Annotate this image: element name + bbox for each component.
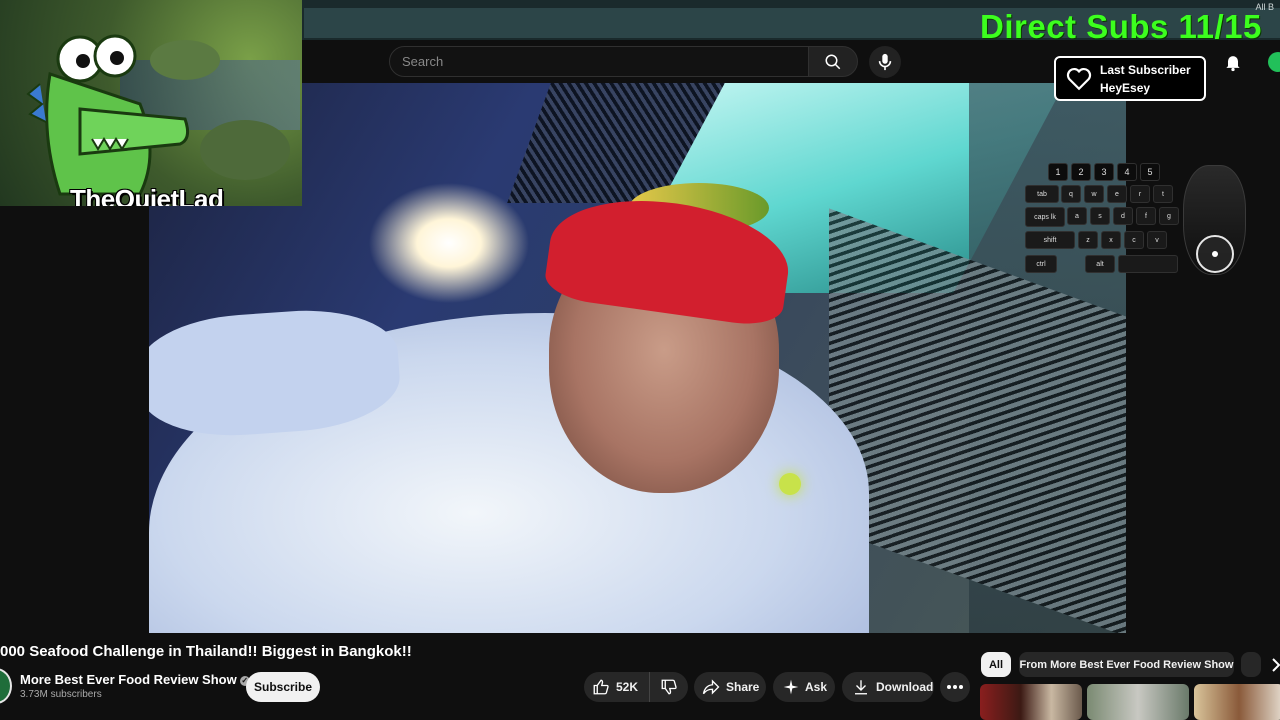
chip-partial[interactable] [1241,652,1261,677]
heart-icon [1066,67,1092,90]
key: z [1078,231,1098,249]
key: f [1136,207,1156,225]
channel-avatar[interactable] [0,668,12,704]
crocodile-mascot-icon [26,34,190,196]
recommendation-thumbnail[interactable] [1194,684,1280,720]
subscriber-count: 3.73M subscribers [20,689,102,700]
key: 5 [1140,163,1160,181]
search-icon [825,54,841,69]
spacebar-key [1118,255,1178,273]
key: 1 [1048,163,1068,181]
key: g [1159,207,1179,225]
direct-subs-counter: Direct Subs 11/15 [980,8,1262,45]
key: s [1090,207,1110,225]
streamer-name-logo: TheQuietLad [70,184,224,206]
last-subscriber-label: Last Subscriber [1100,62,1191,77]
sparkle-icon [783,679,799,695]
streamer-webcam-overlay: TheQuietLad [0,0,302,206]
like-button[interactable]: 52K [584,672,650,702]
key: v [1147,231,1167,249]
thumbs-down-icon [661,679,677,695]
subscribe-button[interactable]: Subscribe [246,672,320,702]
key: 4 [1117,163,1137,181]
more-actions-button[interactable] [940,672,970,702]
download-button[interactable]: Download [842,672,934,702]
download-icon [855,680,867,695]
key: caps lk [1025,207,1065,227]
video-scene-lens-flare [779,473,801,495]
key: 2 [1071,163,1091,181]
dislike-button[interactable] [650,672,688,702]
key: a [1067,207,1087,225]
key: q [1061,185,1081,203]
account-avatar[interactable] [1268,52,1280,72]
notifications-bell-icon[interactable] [1223,52,1243,72]
voice-search-button[interactable] [869,46,901,78]
key: ctrl [1025,255,1057,273]
ask-button[interactable]: Ask [773,672,835,702]
channel-name[interactable]: More Best Ever Food Review Show [20,672,237,687]
key: alt [1085,255,1115,273]
microphone-icon [878,53,892,71]
key: c [1124,231,1144,249]
share-button[interactable]: Share [694,672,766,702]
search-button[interactable] [808,46,858,77]
key: e [1107,185,1127,203]
channel-name-row[interactable]: More Best Ever Food Review Show ✓ [20,672,250,687]
ask-label: Ask [805,680,828,694]
search-input[interactable]: Search [389,46,809,77]
webcam-background-rock [200,120,290,180]
recommendation-thumbnail[interactable] [1087,684,1189,720]
key: r [1130,185,1150,203]
key: shift [1025,231,1075,249]
last-subscriber-name: HeyEsey [1100,80,1151,95]
recommendation-thumbnail[interactable] [980,684,1082,720]
download-label: Download [876,680,934,694]
chip-all[interactable]: All [981,652,1011,677]
screen: All B Search TheQuietLad Direct Subs 11/… [0,0,1280,720]
share-icon [702,679,720,695]
more-horizontal-icon [947,685,963,689]
key: 3 [1094,163,1114,181]
key: tab [1025,185,1059,203]
key: t [1153,185,1173,203]
chevron-right-icon[interactable] [1266,655,1280,675]
search-placeholder: Search [402,54,444,69]
last-subscriber-widget: Last Subscriber HeyEsey [1054,56,1206,101]
keyboard-input-overlay: 1 2 3 4 5 tab q w e r t caps lk a s d f … [1025,163,1185,278]
key: x [1101,231,1121,249]
chip-from-channel[interactable]: From More Best Ever Food Review Show [1019,652,1234,677]
key: w [1084,185,1104,203]
like-dislike-group: 52K [584,672,688,702]
thumbs-up-icon [593,679,609,695]
like-count: 52K [616,680,639,694]
video-title: 000 Seafood Challenge in Thailand!! Bigg… [0,643,412,660]
share-label: Share [726,680,760,694]
mouse-click-indicator [1196,235,1234,273]
key: d [1113,207,1133,225]
